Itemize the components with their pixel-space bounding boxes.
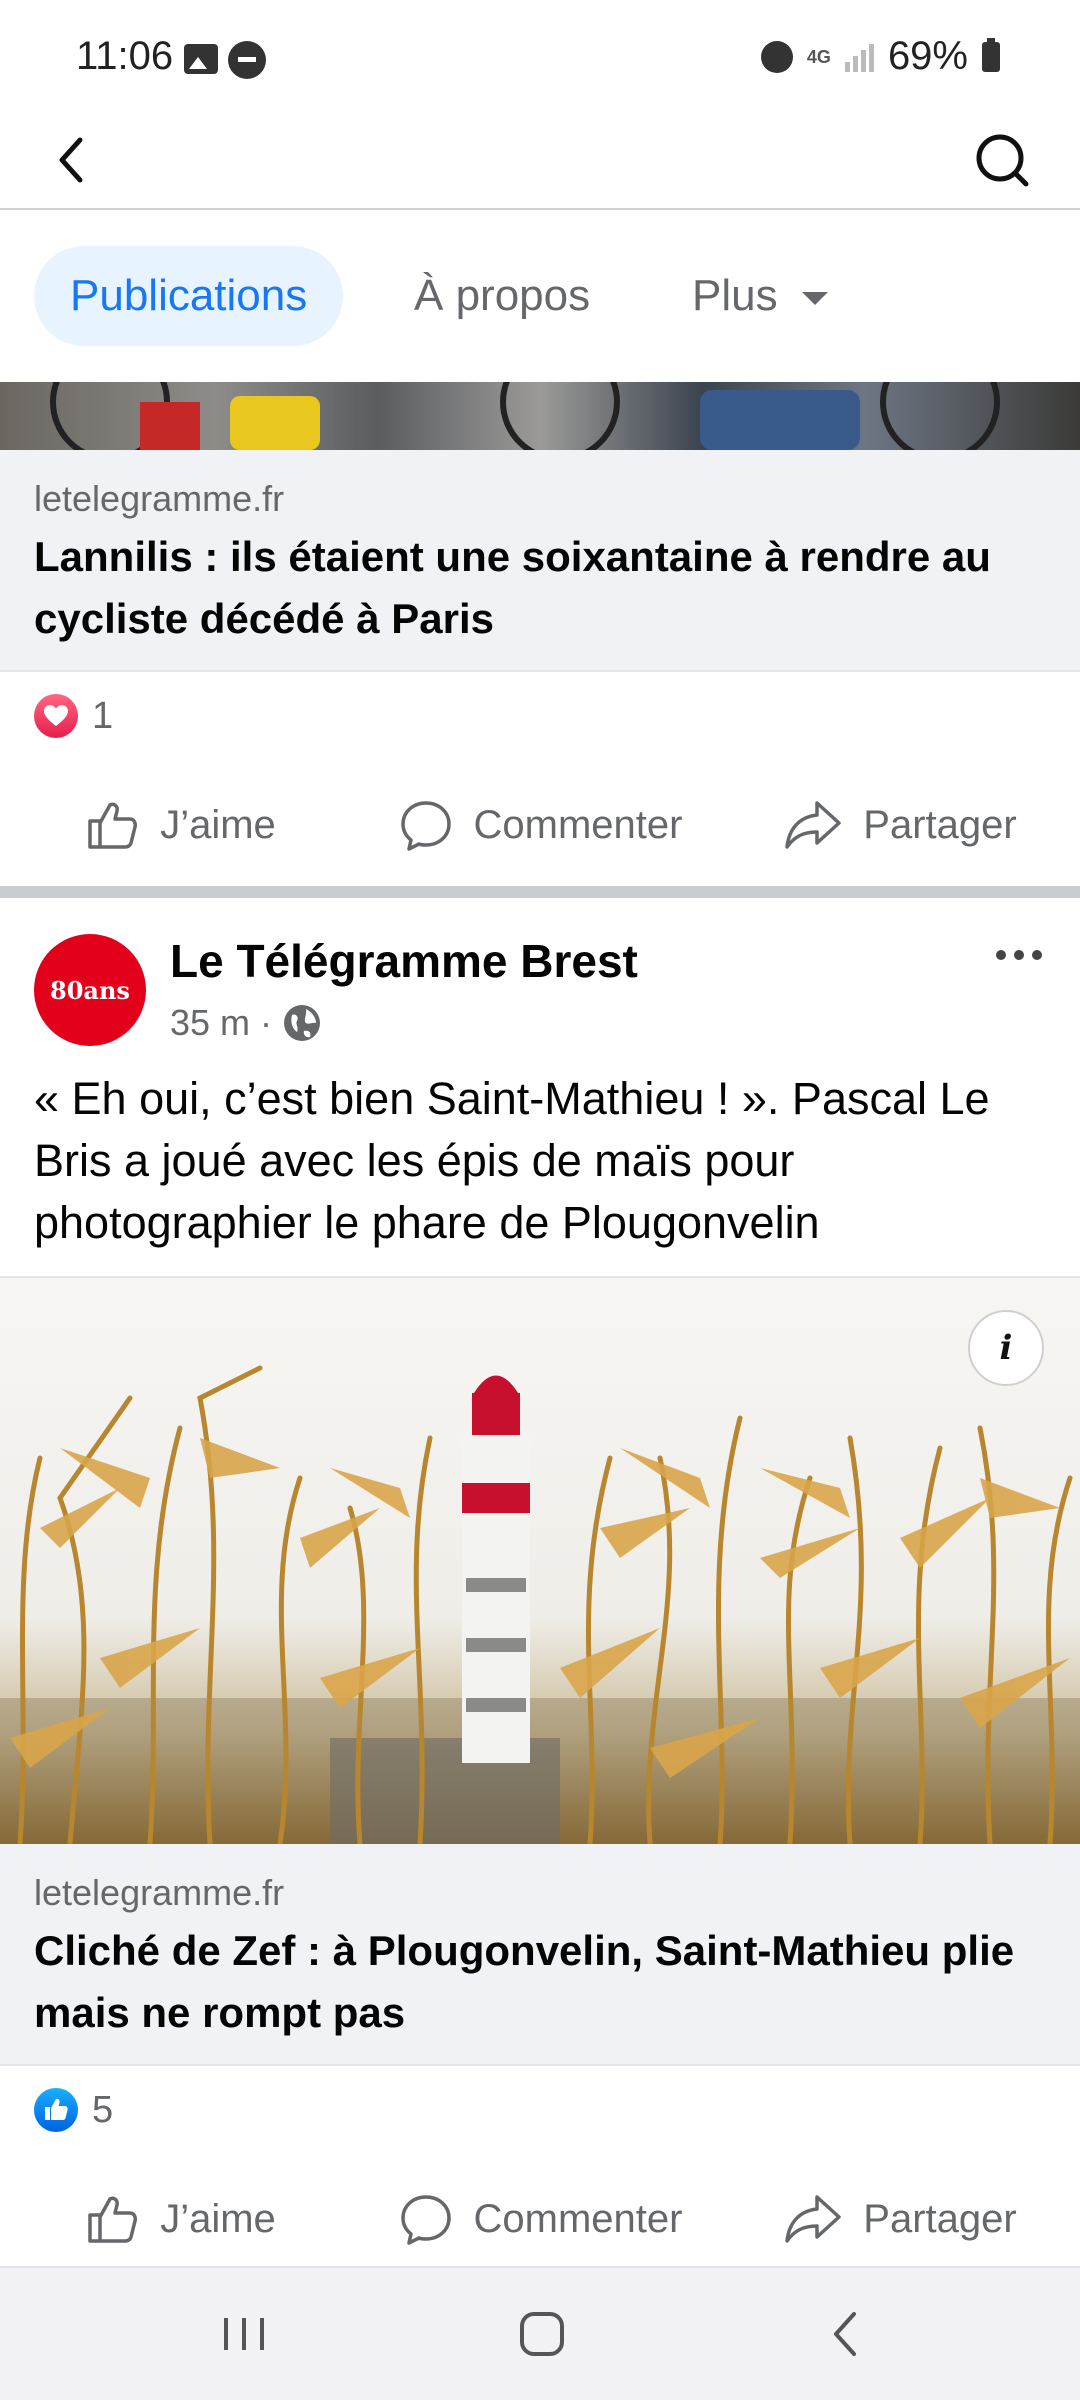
- image-detail: [230, 396, 320, 450]
- post1-link-preview[interactable]: letelegramme.fr Lannilis : ils étaient u…: [0, 450, 1080, 672]
- top-navigation: [0, 112, 1080, 210]
- post2-reactions[interactable]: 5: [34, 2088, 113, 2132]
- post-meta: 35 m ·: [170, 1002, 322, 1044]
- recent-apps-icon[interactable]: [204, 2304, 284, 2364]
- page-avatar[interactable]: 80ans: [34, 934, 146, 1046]
- thumbs-up-icon: [88, 2196, 138, 2243]
- info-label: i: [999, 1328, 1013, 1368]
- status-indicators: 4G 69%: [760, 34, 1000, 79]
- post2-photo[interactable]: [0, 1278, 1080, 1844]
- battery-icon: [982, 37, 1000, 72]
- like-button[interactable]: J’aime: [0, 780, 360, 870]
- home-icon[interactable]: [500, 2304, 580, 2364]
- share-icon: [785, 2195, 842, 2243]
- share-button[interactable]: Partager: [720, 780, 1080, 870]
- gallery-notification-icon: [184, 44, 218, 74]
- post1-link-title: Lannilis : ils étaient une soixantaine à…: [34, 533, 991, 642]
- post1-reactions[interactable]: 1: [34, 694, 113, 738]
- like-reaction-icon: [34, 2088, 78, 2132]
- share-button[interactable]: Partager: [720, 2174, 1080, 2264]
- comment-label: Commenter: [473, 802, 683, 847]
- post1-reaction-count: 1: [92, 694, 114, 737]
- search-icon[interactable]: [964, 122, 1040, 198]
- profile-tabs: Publications À propos Plus: [0, 212, 1080, 382]
- post1-link-domain: letelegramme.fr: [34, 478, 285, 519]
- share-label: Partager: [863, 802, 1017, 847]
- tab-plus[interactable]: Plus: [692, 246, 828, 346]
- post2-action-bar: J’aime Commenter Partager: [0, 2174, 1080, 2264]
- info-icon[interactable]: i: [968, 1310, 1044, 1386]
- post1-action-bar: J’aime Commenter Partager: [0, 780, 1080, 870]
- tab-apropos[interactable]: À propos: [414, 246, 590, 346]
- comment-icon: [400, 2195, 451, 2245]
- share-icon: [785, 801, 842, 849]
- post-text: « Eh oui, c’est bien Saint-Mathieu ! ». …: [34, 1073, 990, 1248]
- post2-link-preview[interactable]: letelegramme.fr Cliché de Zef : à Plougo…: [0, 1844, 1080, 2066]
- more-options-icon[interactable]: [984, 930, 1054, 980]
- comment-button[interactable]: Commenter: [360, 2174, 720, 2264]
- bicycle-wheel: [500, 382, 620, 450]
- post1-image[interactable]: [0, 382, 1080, 450]
- post-separator: [0, 886, 1080, 898]
- image-detail: [140, 402, 200, 450]
- share-label: Partager: [863, 2196, 1017, 2241]
- avatar-text: 80ans: [50, 975, 130, 1005]
- network-type: 4G: [806, 46, 831, 67]
- back-nav-icon[interactable]: [806, 2304, 886, 2364]
- post-time[interactable]: 35 m ·: [170, 1002, 272, 1044]
- caret-down-icon: [801, 291, 828, 305]
- post2-link-domain: letelegramme.fr: [34, 1872, 285, 1913]
- tab-publications[interactable]: Publications: [34, 246, 344, 346]
- alarm-icon: [760, 40, 793, 73]
- image-detail: [700, 390, 860, 450]
- status-bar: 11:06 4G 69%: [0, 0, 1080, 112]
- lighthouse-cornfield-image: [0, 1365, 1080, 1844]
- app-notification-icon: [228, 41, 266, 79]
- bicycle-wheel: [880, 382, 1000, 450]
- post2-link-title: Cliché de Zef : à Plougonvelin, Saint-Ma…: [34, 1927, 1015, 2036]
- like-label: J’aime: [160, 802, 276, 847]
- thumbs-up-icon: [88, 802, 138, 849]
- like-label: J’aime: [160, 2196, 276, 2241]
- tab-plus-label: Plus: [692, 271, 778, 320]
- post2-reaction-count: 5: [92, 2088, 114, 2131]
- comment-icon: [400, 801, 451, 851]
- like-button[interactable]: J’aime: [0, 2174, 360, 2264]
- battery-percent: 69%: [887, 34, 968, 78]
- system-navigation-bar: [0, 2266, 1080, 2400]
- comment-label: Commenter: [473, 2196, 683, 2241]
- love-reaction-icon: [34, 694, 78, 738]
- globe-icon: [284, 1005, 321, 1041]
- signal-icon: [844, 42, 874, 72]
- comment-button[interactable]: Commenter: [360, 780, 720, 870]
- page-name[interactable]: Le Télégramme Brest: [170, 934, 638, 988]
- status-time: 11:06: [76, 34, 174, 78]
- back-arrow-icon[interactable]: [40, 122, 116, 198]
